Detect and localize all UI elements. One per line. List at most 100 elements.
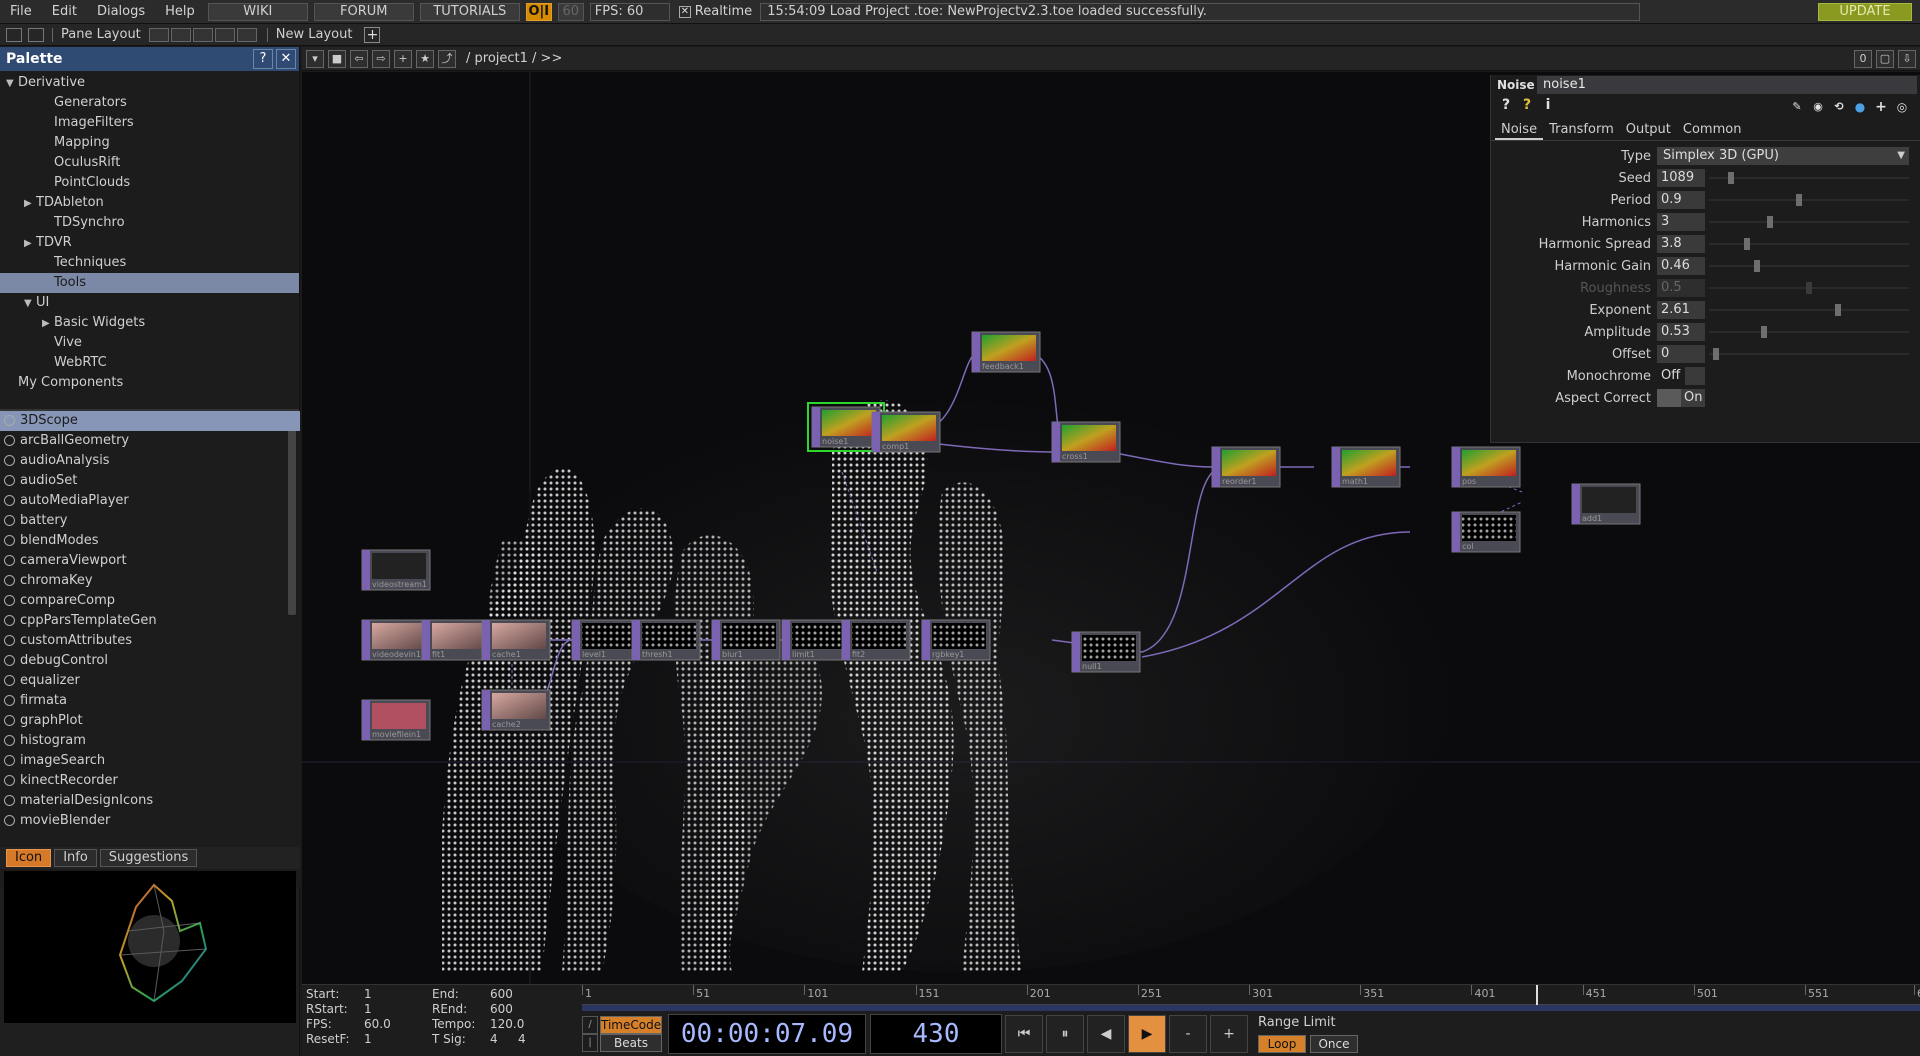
tree-item[interactable]: Vive	[0, 333, 299, 353]
list-item[interactable]: materialDesignIcons	[0, 791, 300, 811]
param-slider[interactable]	[1709, 169, 1909, 187]
param-slider[interactable]	[1709, 213, 1909, 231]
add-layout-button[interactable]: +	[364, 26, 381, 43]
bookmark-icon[interactable]: ★	[416, 49, 434, 68]
network-node[interactable]: add1	[1571, 483, 1641, 525]
list-item[interactable]: imageSearch	[0, 751, 300, 771]
tab-suggestions[interactable]: Suggestions	[99, 849, 198, 867]
node-input-strip[interactable]	[482, 620, 490, 660]
param-value-field[interactable]: 0.46	[1657, 257, 1705, 275]
palette-help-button[interactable]: ?	[253, 49, 273, 69]
node-input-strip[interactable]	[1212, 447, 1220, 487]
menu-edit[interactable]: Edit	[42, 0, 87, 24]
tree-item[interactable]: ImageFilters	[0, 113, 299, 133]
network-node[interactable]: reorder1	[1211, 446, 1281, 488]
help-icon[interactable]: ?	[1497, 96, 1515, 114]
network-node[interactable]: moviefilein1	[361, 699, 431, 741]
target-icon[interactable]: ◎	[1893, 98, 1911, 116]
param-value-field[interactable]: 1089	[1657, 169, 1705, 187]
slider-knob[interactable]	[1796, 194, 1803, 206]
tree-item[interactable]: Tools	[0, 273, 299, 293]
network-node[interactable]: blur1	[711, 619, 781, 661]
node-input-strip[interactable]	[572, 620, 580, 660]
node-input-strip[interactable]	[872, 412, 880, 452]
menu-help[interactable]: Help	[155, 0, 205, 24]
timeline-range-bar[interactable]	[582, 1005, 1920, 1011]
timecode-slash-icon[interactable]: /	[582, 1016, 598, 1034]
network-node[interactable]: level1	[571, 619, 641, 661]
tab-info[interactable]: Info	[54, 849, 97, 867]
forward-icon[interactable]: ⇨	[372, 49, 390, 68]
list-item[interactable]: compareComp	[0, 591, 300, 611]
maximize-icon[interactable]: ▢	[1876, 50, 1894, 68]
slider-knob[interactable]	[1743, 238, 1750, 250]
timeline-ruler[interactable]: 151101151201251301351401451501551600	[582, 985, 1920, 1005]
resetf-value[interactable]: 1	[364, 1032, 428, 1047]
list-item[interactable]: graphPlot	[0, 711, 300, 731]
rewind-icon[interactable]: ⏮	[1005, 1015, 1043, 1053]
tree-item[interactable]: ▼ Derivative	[0, 73, 299, 93]
param-slider[interactable]	[1709, 279, 1909, 297]
slider-knob[interactable]	[1728, 172, 1735, 184]
node-input-strip[interactable]	[1452, 447, 1460, 487]
tree-item[interactable]: Techniques	[0, 253, 299, 273]
pane-layout-quad-button[interactable]	[236, 27, 257, 42]
node-input-strip[interactable]	[972, 332, 980, 372]
tab-transform[interactable]: Transform	[1543, 120, 1620, 140]
step-forward-icon[interactable]: +	[1210, 1015, 1248, 1053]
tree-item[interactable]: ▶ TDVR	[0, 233, 299, 253]
network-node[interactable]: math1	[1331, 446, 1401, 488]
comment-icon[interactable]: ◉	[1809, 98, 1827, 116]
network-node[interactable]: pos	[1451, 446, 1521, 488]
pause-icon[interactable]: ⏸	[1046, 1015, 1084, 1053]
loop-button[interactable]: Loop	[1258, 1035, 1306, 1053]
back-icon[interactable]: ⇦	[350, 49, 368, 68]
node-input-strip[interactable]	[362, 550, 370, 590]
edit-icon[interactable]: ✎	[1788, 98, 1806, 116]
new-layout-label[interactable]: New Layout	[276, 27, 353, 42]
node-input-strip[interactable]	[422, 620, 430, 660]
tsig-value-2[interactable]: 4	[518, 1032, 546, 1047]
node-input-strip[interactable]	[1052, 422, 1060, 462]
node-input-strip[interactable]	[1072, 632, 1080, 672]
list-item[interactable]: firmata	[0, 691, 300, 711]
slider-knob[interactable]	[1761, 326, 1768, 338]
tree-item[interactable]: PointClouds	[0, 173, 299, 193]
param-value-field[interactable]: 0	[1657, 345, 1705, 363]
node-input-strip[interactable]	[1332, 447, 1340, 487]
node-input-strip[interactable]	[632, 620, 640, 660]
up-icon[interactable]: ⤴	[438, 49, 456, 68]
list-item[interactable]: movieBlender	[0, 811, 300, 831]
list-item[interactable]: cppParsTemplateGen	[0, 611, 300, 631]
param-value-field[interactable]: 0.9	[1657, 191, 1705, 209]
tree-item[interactable]: ▶ TDAbleton	[0, 193, 299, 213]
node-input-strip[interactable]	[1572, 484, 1580, 524]
param-slider[interactable]	[1709, 235, 1909, 253]
pane-layout-single-button[interactable]	[148, 27, 169, 42]
list-item[interactable]: arcBallGeometry	[0, 431, 300, 451]
list-item[interactable]: audioAnalysis	[0, 451, 300, 471]
tree-item[interactable]: ▶ Basic Widgets	[0, 313, 299, 333]
info-icon[interactable]: i	[1539, 96, 1557, 114]
pane-layout-split-horizontal-button[interactable]	[192, 27, 213, 42]
chevron-down-icon[interactable]: ▼	[24, 294, 36, 314]
slider-knob[interactable]	[1835, 304, 1842, 316]
param-value-field[interactable]: 3.8	[1657, 235, 1705, 253]
pin-icon[interactable]: ⇩	[1898, 50, 1916, 68]
chevron-right-icon[interactable]: ▶	[42, 314, 54, 334]
realtime-checkbox[interactable]: ✕	[678, 5, 691, 18]
operator-name-field[interactable]: noise1	[1537, 76, 1917, 94]
chevron-right-icon[interactable]: ▶	[24, 234, 36, 254]
list-item[interactable]: cameraViewport	[0, 551, 300, 571]
tree-item[interactable]: My Components	[0, 373, 299, 393]
param-value-field[interactable]: 3	[1657, 213, 1705, 231]
network-node[interactable]: rgbkey1	[921, 619, 991, 661]
list-item[interactable]: blendModes	[0, 531, 300, 551]
list-item[interactable]: autoMediaPlayer	[0, 491, 300, 511]
tree-item[interactable]: TDSynchro	[0, 213, 299, 233]
play-reverse-icon[interactable]: ◀	[1087, 1015, 1125, 1053]
list-item[interactable]: equalizer	[0, 671, 300, 691]
beats-button[interactable]: Beats	[600, 1034, 662, 1052]
node-input-strip[interactable]	[482, 690, 490, 730]
pane-layout-triple-button[interactable]	[214, 27, 235, 42]
